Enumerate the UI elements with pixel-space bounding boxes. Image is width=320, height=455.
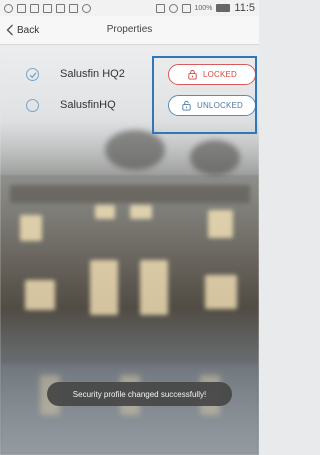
- status-bar: 100% 11:5: [0, 0, 259, 16]
- lock-icon: [56, 3, 65, 13]
- palm-tree-shape: [190, 140, 240, 175]
- document-icon: [69, 3, 78, 13]
- selected-radio-button[interactable]: [26, 68, 39, 81]
- android-icon: [82, 3, 91, 13]
- lit-window: [95, 205, 115, 219]
- status-system-icons: 100% 11:5: [155, 2, 255, 14]
- app-screen: 100% 11:5 Back Properties Salusfin HQ2 L…: [0, 0, 259, 455]
- battery-icon: [216, 4, 231, 12]
- wifi-icon: [168, 3, 178, 13]
- checkmark-icon: [29, 71, 36, 78]
- lit-window: [90, 260, 118, 315]
- navigation-bar: Back Properties: [0, 16, 259, 45]
- toast-message: Security profile changed successfully!: [47, 382, 232, 406]
- roof-shape: [10, 185, 250, 203]
- lit-window: [130, 205, 152, 219]
- unselected-radio-button[interactable]: [26, 99, 39, 112]
- image-icon: [17, 3, 26, 13]
- clock: 11:5: [234, 2, 255, 14]
- page-title: Properties: [106, 24, 153, 35]
- lit-window: [208, 210, 233, 238]
- property-name: Salusfin HQ2: [60, 68, 125, 80]
- battery-percent: 100%: [194, 4, 213, 12]
- lit-window: [25, 280, 55, 310]
- lit-window: [20, 215, 42, 241]
- property-name: SalusfinHQ: [60, 99, 116, 111]
- lit-window: [205, 275, 237, 309]
- mail-icon: [30, 3, 39, 13]
- palm-tree-shape: [105, 130, 165, 170]
- signal-icon: [181, 3, 191, 13]
- lit-window: [140, 260, 168, 315]
- usb-icon: [4, 3, 13, 13]
- status-notification-icons: [4, 3, 91, 13]
- nfc-icon: [155, 3, 165, 13]
- gallery-icon: [43, 3, 52, 13]
- highlight-box: [152, 56, 257, 134]
